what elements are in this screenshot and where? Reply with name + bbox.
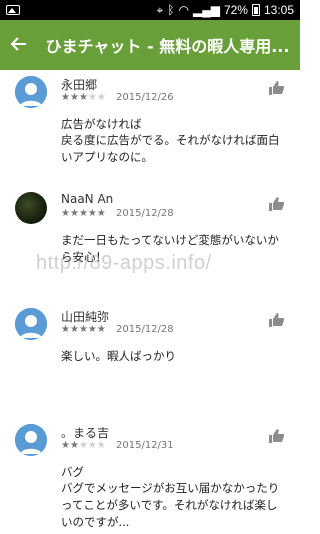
back-arrow-icon[interactable] — [10, 35, 38, 56]
star-filled-icon: ★ — [61, 92, 70, 103]
star-empty-icon: ★ — [96, 92, 106, 103]
avatar — [15, 424, 47, 456]
review-date: 2015/12/26 — [116, 92, 174, 103]
review-author: NaaN An — [61, 192, 114, 206]
thumbs-up-icon[interactable] — [268, 80, 285, 95]
star-empty-icon: ★ — [87, 92, 97, 103]
review-item: 。まる吉 ★★★★★ 2015/12/31 バグ バグでメッセージがお互い届かな… — [0, 418, 300, 534]
review-author: 永田郷 — [61, 78, 98, 92]
star-filled-icon: ★ — [69, 208, 79, 219]
location-icon: ⌖ — [156, 3, 164, 17]
review-list: 永田郷 ★★★★★ 2015/12/26 広告がなければ 戻る度に広告がでる。そ… — [0, 70, 300, 534]
app-bar: ひまチャット - 無料の暇人専用... — [0, 20, 300, 70]
avatar — [15, 76, 47, 108]
review-body: 楽しい。暇人ばっかり — [61, 349, 176, 363]
bluetooth-icon: ᛒ — [167, 3, 175, 17]
review-date: 2015/12/28 — [116, 208, 174, 219]
review-body: 戻る度に広告がでる。それがなければ面白いアプリなのに。 — [61, 133, 280, 164]
star-filled-icon: ★ — [96, 324, 106, 335]
star-filled-icon: ★ — [87, 324, 97, 335]
star-rating: ★★★★★ — [61, 208, 106, 220]
battery-icon — [251, 4, 260, 16]
review-body: バグでメッセージがお互い届かなかったりってことが多いです。それがなければ楽しいの… — [61, 481, 280, 529]
star-filled-icon: ★ — [61, 208, 70, 219]
star-filled-icon: ★ — [69, 440, 79, 451]
star-filled-icon: ★ — [69, 324, 79, 335]
thumbs-up-icon[interactable] — [268, 196, 285, 211]
wifi-icon: ◠ — [178, 3, 189, 17]
clock: 13:05 — [263, 3, 294, 17]
avatar — [15, 192, 47, 224]
star-rating: ★★★★★ — [61, 324, 106, 336]
star-rating: ★★★★★ — [61, 440, 106, 452]
review-item: 永田郷 ★★★★★ 2015/12/26 広告がなければ 戻る度に広告がでる。そ… — [0, 70, 300, 186]
page-title: ひまチャット - 無料の暇人専用... — [45, 37, 290, 56]
review-title: 広告がなければ — [61, 117, 142, 131]
star-empty-icon: ★ — [87, 440, 97, 451]
review-body: まだ一日もたってないけど変態がいないから安心！ — [61, 233, 279, 264]
battery-percent: 72% — [223, 3, 248, 17]
star-filled-icon: ★ — [78, 324, 88, 335]
star-filled-icon: ★ — [69, 92, 79, 103]
star-filled-icon: ★ — [87, 208, 97, 219]
star-empty-icon: ★ — [78, 440, 88, 451]
star-filled-icon: ★ — [78, 92, 88, 103]
review-author: 山田純弥 — [61, 310, 110, 324]
star-empty-icon: ★ — [96, 440, 106, 451]
star-rating: ★★★★★ — [61, 92, 106, 104]
star-filled-icon: ★ — [78, 208, 88, 219]
image-notification-icon — [6, 5, 20, 15]
avatar — [15, 308, 47, 340]
review-author: 。まる吉 — [61, 426, 110, 440]
thumbs-up-icon[interactable] — [268, 428, 285, 443]
star-filled-icon: ★ — [96, 208, 106, 219]
star-filled-icon: ★ — [61, 440, 70, 451]
star-filled-icon: ★ — [61, 324, 70, 335]
review-date: 2015/12/31 — [116, 440, 174, 451]
review-date: 2015/12/28 — [116, 324, 174, 335]
thumbs-up-icon[interactable] — [268, 312, 285, 327]
review-item: NaaN An ★★★★★ 2015/12/28 まだ一日もたってないけど変態が… — [0, 186, 300, 302]
status-bar: ⌖ ᛒ ◠ ▂▄▆ 72% 13:05 — [0, 0, 300, 20]
signal-icon: ▂▄▆ — [192, 3, 220, 17]
review-item: 山田純弥 ★★★★★ 2015/12/28 楽しい。暇人ばっかり — [0, 302, 300, 418]
review-title: バグ — [61, 465, 84, 479]
